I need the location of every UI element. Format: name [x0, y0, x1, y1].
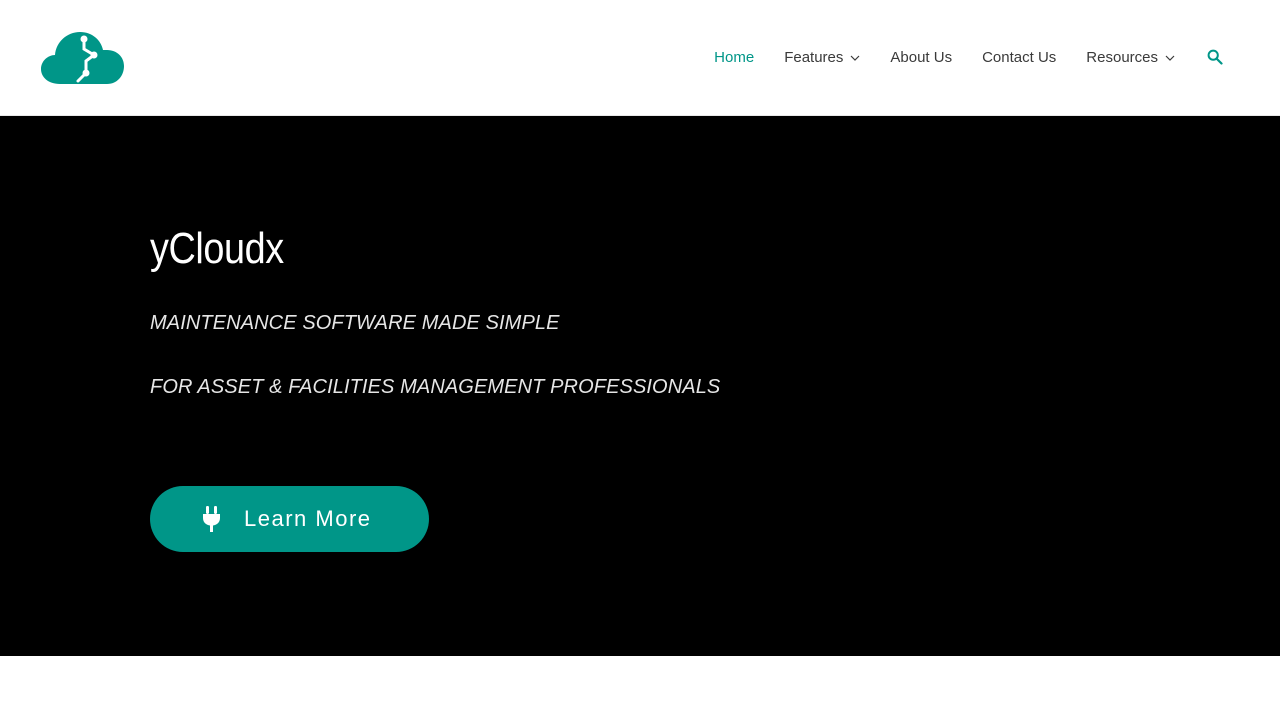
nav-resources[interactable]: Resources	[1086, 49, 1175, 66]
learn-more-button[interactable]: Learn More	[150, 486, 429, 552]
hero-subtitle-professionals: FOR ASSET & FACILITIES MANAGEMENT PROFES…	[150, 376, 721, 398]
cloud-logo-icon[interactable]	[40, 29, 126, 87]
nav-contact-us-label: Contact Us	[982, 49, 1057, 66]
main-navigation: Home Features About Us Contact Us Resour…	[714, 0, 1280, 115]
nav-home[interactable]: Home	[714, 49, 754, 66]
plug-icon	[203, 506, 220, 532]
hero-title: yCloudx	[150, 224, 284, 273]
page-below-hero	[0, 656, 1280, 720]
nav-features[interactable]: Features	[784, 49, 860, 66]
chevron-down-icon	[1165, 55, 1175, 61]
nav-about-us[interactable]: About Us	[890, 49, 952, 66]
nav-home-label: Home	[714, 49, 755, 66]
search-icon[interactable]	[1207, 49, 1223, 65]
hero-subtitle-maintenance: MAINTENANCE SOFTWARE MADE SIMPLE	[150, 312, 560, 334]
nav-features-label: Features	[784, 49, 844, 66]
hero-section: yCloudx MAINTENANCE SOFTWARE MADE SIMPLE…	[0, 116, 1280, 656]
nav-about-us-label: About Us	[890, 49, 953, 66]
nav-resources-label: Resources	[1086, 49, 1158, 66]
nav-contact-us[interactable]: Contact Us	[982, 49, 1056, 66]
site-header: Home Features About Us Contact Us Resour…	[0, 0, 1280, 116]
learn-more-label: Learn More	[244, 506, 372, 531]
chevron-down-icon	[850, 55, 860, 61]
